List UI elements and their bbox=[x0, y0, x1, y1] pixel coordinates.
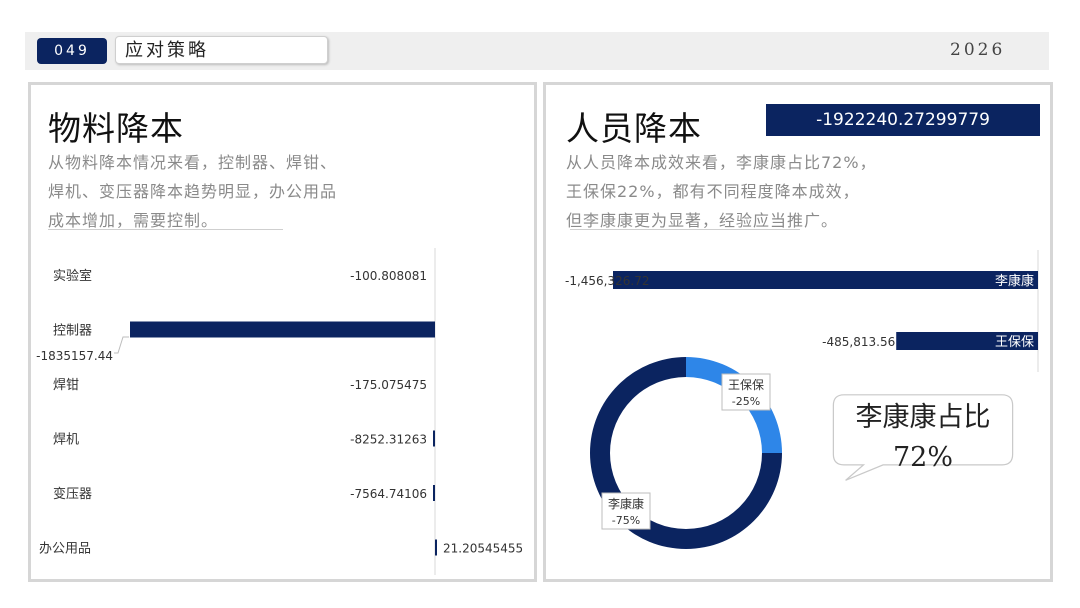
slice-label: 李康康 bbox=[608, 496, 644, 511]
callout-text: 李康康占比 72% bbox=[812, 398, 1034, 478]
slice-percent: -25% bbox=[732, 395, 760, 408]
callout-line: 72% bbox=[892, 442, 953, 473]
slice-label: 王保保 bbox=[728, 378, 764, 392]
callout-line: 李康康占比 bbox=[855, 402, 991, 433]
slice-percent: -75% bbox=[612, 514, 640, 527]
staff-donut-chart: 王保保 -25% 李康康 -75% bbox=[590, 357, 782, 549]
